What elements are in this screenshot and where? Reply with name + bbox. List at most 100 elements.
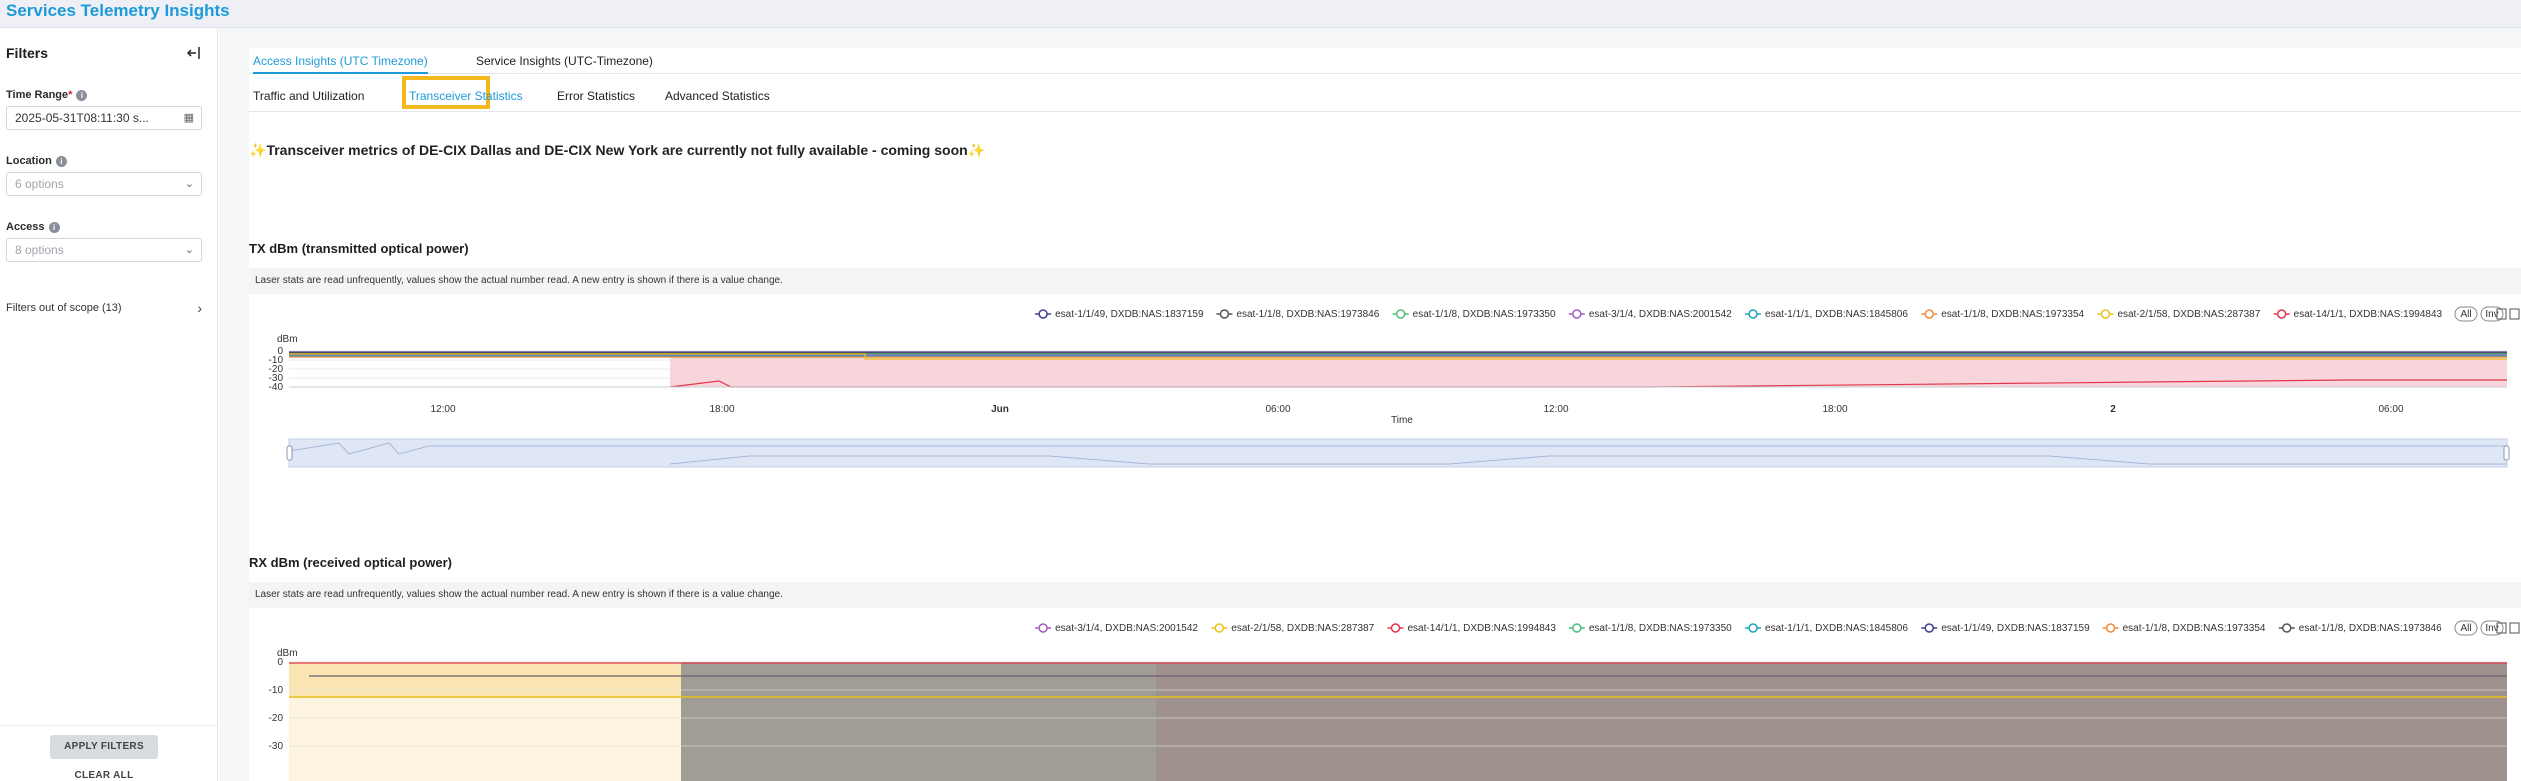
info-icon[interactable]: i — [76, 90, 88, 101]
access-select[interactable]: 8 options ⌄ — [6, 238, 202, 262]
top-bar: Services Telemetry Insights — [0, 0, 2521, 28]
tab-transceiver-statistics[interactable]: Transceiver Statistics — [409, 89, 523, 103]
legend-item[interactable]: esat-1/1/1, DXDB:NAS:1845806 — [1745, 309, 1908, 320]
rx-plot-area — [289, 661, 2507, 781]
legend-item[interactable]: esat-1/1/8, DXDB:NAS:1973846 — [2278, 623, 2442, 634]
filters-out-of-scope-label: Filters out of scope (13) — [6, 302, 122, 314]
filters-title: Filters — [6, 45, 49, 61]
legend-item[interactable]: esat-14/1/1, DXDB:NAS:1994843 — [1387, 623, 1557, 634]
access-placeholder: 8 options — [15, 243, 64, 257]
legend-label: esat-1/1/1, DXDB:NAS:1845806 — [1765, 623, 1908, 634]
legend-label: esat-1/1/8, DXDB:NAS:1973354 — [1941, 309, 2084, 320]
access-label-text: Access — [6, 221, 45, 233]
tab-access-insights[interactable]: Access Insights (UTC Timezone) — [253, 54, 428, 74]
time-range-input[interactable]: 2025-05-31T08:11:30 s... ▦ — [6, 106, 202, 130]
tx-ylabel: dBm — [277, 334, 298, 345]
legend-label: esat-1/1/49, DXDB:NAS:1837159 — [1055, 309, 1204, 320]
time-range-label-text: Time Range — [6, 89, 69, 101]
rx-legend: esat-3/1/4, DXDB:NAS:2001542 esat-2/1/58,… — [1035, 620, 2520, 636]
legend-label: esat-14/1/1, DXDB:NAS:1994843 — [1408, 623, 1557, 634]
legend-label: esat-3/1/4, DXDB:NAS:2001542 — [1589, 309, 1732, 320]
legend-item[interactable]: esat-1/1/1, DXDB:NAS:1845806 — [1745, 623, 1908, 634]
time-range-value: 2025-05-31T08:11:30 s... — [15, 111, 149, 125]
series-area — [289, 662, 681, 697]
legend-item[interactable]: esat-1/1/49, DXDB:NAS:1837159 — [1035, 309, 1204, 320]
legend-item[interactable]: esat-1/1/8, DXDB:NAS:1973354 — [1921, 309, 2085, 320]
legend-label: esat-2/1/58, DXDB:NAS:287387 — [1231, 623, 1374, 634]
sparkle-icon: ✨ — [967, 142, 986, 158]
location-label: Location i — [6, 155, 67, 167]
legend-label: esat-3/1/4, DXDB:NAS:2001542 — [1055, 623, 1198, 634]
x-tick-label: Jun — [991, 404, 1009, 415]
sparkle-icon: ✨ — [249, 142, 267, 158]
zoom-handle-right[interactable] — [2503, 445, 2510, 461]
access-label: Access i — [6, 221, 60, 233]
legend-item[interactable]: esat-3/1/4, DXDB:NAS:2001542 — [1035, 623, 1198, 634]
reset-icon[interactable] — [2509, 622, 2520, 634]
legend-item[interactable]: esat-1/1/8, DXDB:NAS:1973354 — [2102, 623, 2266, 634]
x-tick-label: 2 — [2110, 404, 2116, 415]
chevron-down-icon: ⌄ — [184, 244, 194, 256]
clear-all-button[interactable]: CLEAR ALL — [50, 770, 158, 781]
svg-text:All: All — [2460, 309, 2471, 320]
tx-note: Laser stats are read unfrequently, value… — [249, 268, 2521, 294]
legend-label: esat-1/1/8, DXDB:NAS:1973846 — [2299, 623, 2442, 634]
tab-advanced-statistics[interactable]: Advanced Statistics — [665, 89, 770, 103]
tab-service-insights[interactable]: Service Insights (UTC-Timezone) — [476, 54, 653, 68]
legend-label: esat-2/1/58, DXDB:NAS:287387 — [2117, 309, 2260, 320]
tx-plot-area — [289, 350, 2507, 388]
calendar-icon[interactable]: ▦ — [184, 111, 194, 124]
location-select[interactable]: 6 options ⌄ — [6, 172, 202, 196]
tx-chart[interactable]: esat-1/1/49, DXDB:NAS:1837159 esat-1/1/8,… — [249, 306, 2521, 506]
legend-item[interactable]: esat-2/1/58, DXDB:NAS:287387 — [1211, 623, 1375, 634]
filters-sidebar: Filters Time Range* i 2025-05-31T08:11:30… — [0, 28, 218, 781]
chevron-right-icon: › — [197, 300, 202, 316]
rx-y-axis: 0 -10 -20 -30 — [269, 657, 284, 752]
notice-text: Transceiver metrics of DE-CIX Dallas and… — [266, 142, 968, 158]
dashboard-content: Access Insights (UTC Timezone) Service I… — [249, 48, 2521, 781]
collapse-sidebar-icon[interactable] — [183, 42, 205, 64]
x-tick-label: 12:00 — [430, 404, 455, 415]
legend-all-button[interactable]: All — [2454, 306, 2478, 322]
x-tick-label: 06:00 — [2378, 404, 2403, 415]
info-icon[interactable]: i — [48, 222, 60, 233]
app-title: Services Telemetry Insights — [6, 1, 230, 20]
time-range-label: Time Range* i — [6, 89, 88, 101]
filters-out-of-scope[interactable]: Filters out of scope (13) › — [6, 300, 202, 316]
sidebar-footer: APPLY FILTERS CLEAR ALL — [0, 725, 218, 781]
tab-traffic-utilization[interactable]: Traffic and Utilization — [253, 89, 364, 103]
legend-item[interactable]: esat-1/1/8, DXDB:NAS:1973846 — [1216, 309, 1380, 320]
tx-zoom-slider[interactable] — [286, 438, 2510, 468]
location-label-text: Location — [6, 155, 52, 167]
legend-item[interactable]: esat-1/1/49, DXDB:NAS:1837159 — [1921, 623, 2090, 634]
tx-chart-title: TX dBm (transmitted optical power) — [249, 241, 469, 256]
reset-icon[interactable] — [2509, 308, 2520, 320]
apply-filters-button[interactable]: APPLY FILTERS — [50, 735, 158, 759]
legend-label: esat-14/1/1, DXDB:NAS:1994843 — [2294, 309, 2443, 320]
tab-error-statistics[interactable]: Error Statistics — [557, 89, 635, 103]
legend-label: esat-1/1/8, DXDB:NAS:1973350 — [1413, 309, 1556, 320]
zoom-handle-left[interactable] — [286, 445, 293, 461]
y-tick-label: -20 — [269, 713, 284, 724]
location-placeholder: 6 options — [15, 177, 64, 191]
info-icon[interactable]: i — [55, 156, 67, 167]
tx-xlabel: Time — [1391, 415, 1413, 426]
x-tick-label: 18:00 — [1822, 404, 1847, 415]
sub-tabs: Traffic and Utilization Transceiver Stat… — [249, 74, 2521, 112]
legend-item[interactable]: esat-1/1/8, DXDB:NAS:1973350 — [1568, 623, 1732, 634]
notice-banner: ✨Transceiver metrics of DE-CIX Dallas an… — [249, 142, 985, 159]
top-tabs: Access Insights (UTC Timezone) Service I… — [249, 48, 2521, 74]
legend-item[interactable]: esat-2/1/58, DXDB:NAS:287387 — [2097, 309, 2261, 320]
y-tick-label: -10 — [269, 685, 284, 696]
y-tick-label: -30 — [269, 741, 284, 752]
main-panel: Access Insights (UTC Timezone) Service I… — [219, 28, 2521, 781]
tx-x-axis: 12:00 18:00 Jun 06:00 12:00 18:00 2 06:00 — [430, 404, 2403, 415]
rx-note: Laser stats are read unfrequently, value… — [249, 582, 2521, 608]
legend-item[interactable]: esat-14/1/1, DXDB:NAS:1994843 — [2273, 309, 2443, 320]
x-tick-label: 06:00 — [1265, 404, 1290, 415]
legend-item[interactable]: esat-1/1/8, DXDB:NAS:1973350 — [1392, 309, 1556, 320]
legend-all-button[interactable]: All — [2454, 620, 2478, 636]
rx-chart[interactable]: esat-3/1/4, DXDB:NAS:2001542 esat-2/1/58,… — [249, 620, 2521, 781]
y-tick-label: 0 — [277, 657, 283, 668]
legend-item[interactable]: esat-3/1/4, DXDB:NAS:2001542 — [1568, 309, 1732, 320]
